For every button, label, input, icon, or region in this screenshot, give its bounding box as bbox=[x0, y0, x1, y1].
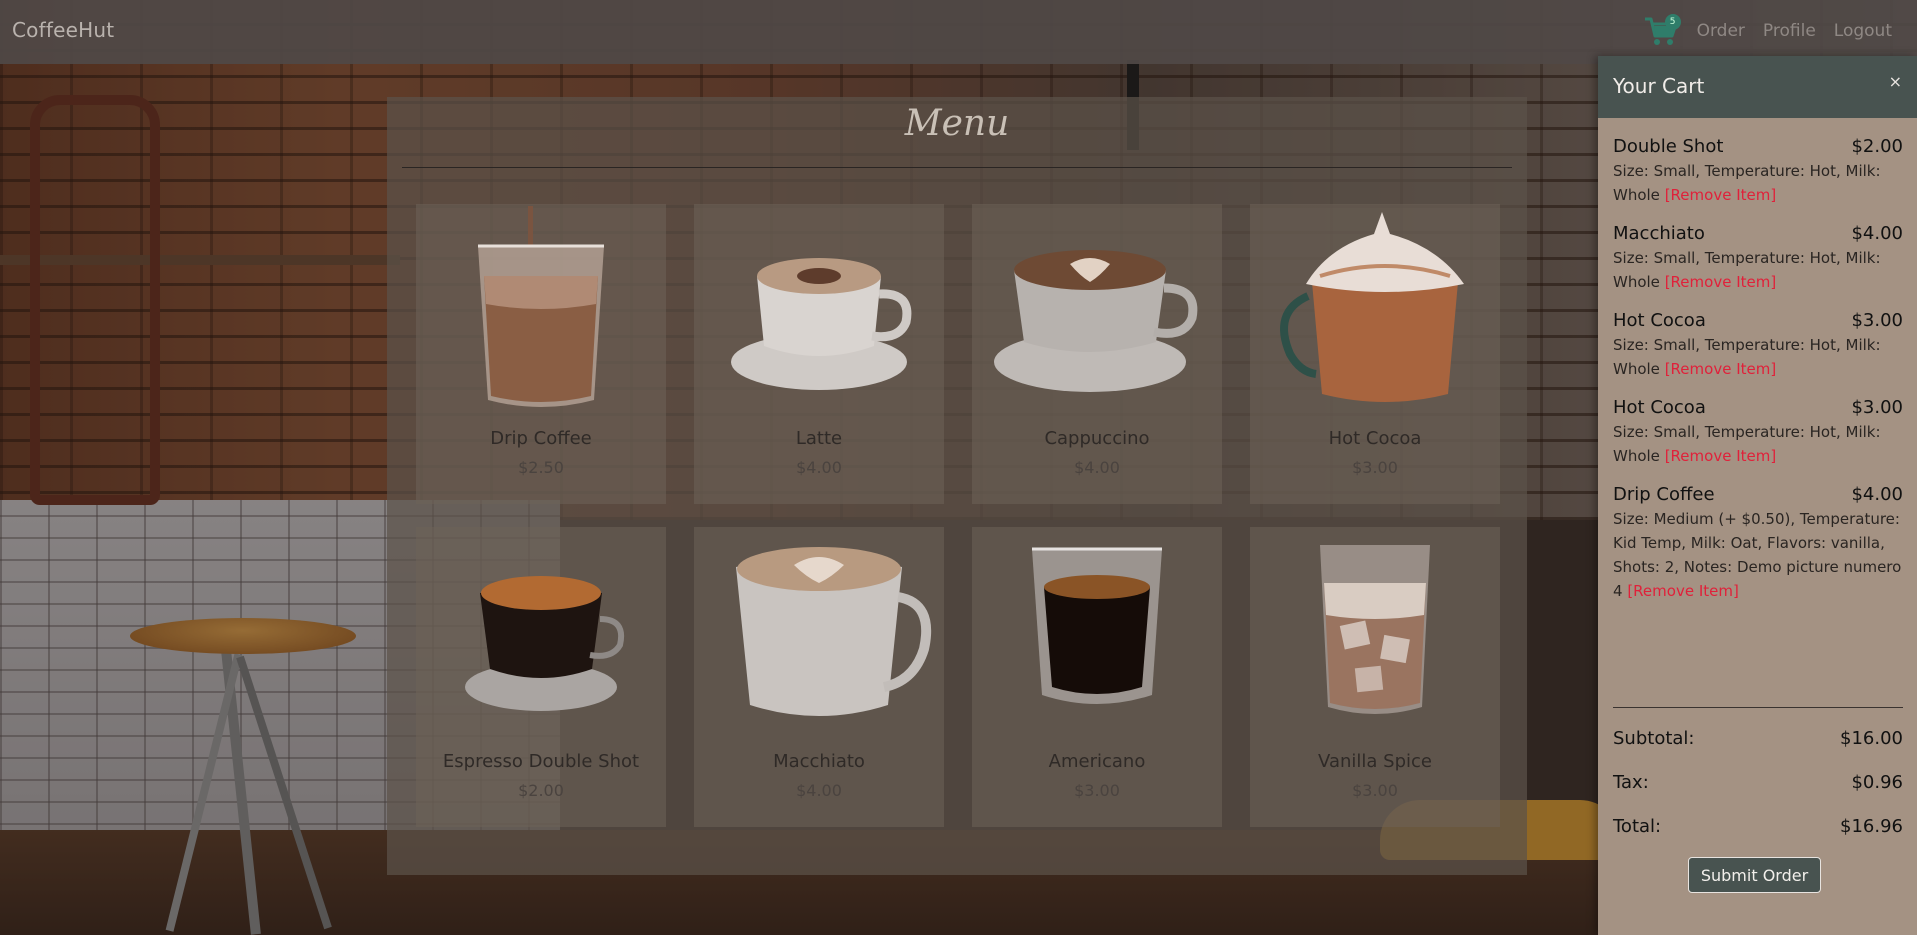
cart-item-name: Hot Cocoa bbox=[1613, 310, 1706, 331]
brand-logo-text[interactable]: CoffeeHut bbox=[12, 18, 114, 42]
cart-item-name: Macchiato bbox=[1613, 223, 1705, 244]
menu-card-americano[interactable]: Americano $3.00 bbox=[972, 527, 1222, 827]
menu-title: Menu bbox=[904, 103, 1010, 144]
menu-item-name: Cappuccino bbox=[1044, 428, 1150, 449]
submit-order-button[interactable]: Submit Order bbox=[1688, 857, 1821, 893]
menu-item-name: Macchiato bbox=[773, 751, 865, 772]
cart-item: Double Shot $2.00 Size: Small, Temperatu… bbox=[1613, 136, 1903, 207]
menu-item-name: Americano bbox=[1048, 751, 1146, 772]
cart-item: Hot Cocoa $3.00 Size: Small, Temperature… bbox=[1613, 397, 1903, 468]
close-icon[interactable]: × bbox=[1889, 72, 1902, 91]
iced-coffee-glass-icon bbox=[478, 206, 604, 407]
remove-item-link[interactable]: [Remove Item] bbox=[1627, 582, 1739, 600]
tax-value: $0.96 bbox=[1851, 772, 1903, 793]
menu-item-price: $3.00 bbox=[1352, 458, 1398, 477]
menu-panel: Menu Drip Coffee $2.50 Latte $4.00 Cappu… bbox=[387, 97, 1527, 875]
cart-item-price: $3.00 bbox=[1851, 397, 1903, 418]
cart-sidebar: Your Cart × Double Shot $2.00 Size: Smal… bbox=[1598, 56, 1917, 935]
cart-item-name: Drip Coffee bbox=[1613, 484, 1715, 505]
cart-item-name: Hot Cocoa bbox=[1613, 397, 1706, 418]
menu-item-name: Drip Coffee bbox=[490, 428, 592, 449]
menu-item-name: Hot Cocoa bbox=[1328, 428, 1422, 449]
remove-item-link[interactable]: [Remove Item] bbox=[1665, 360, 1777, 378]
nav-link-order[interactable]: Order bbox=[1697, 21, 1745, 41]
cart-item-price: $2.00 bbox=[1851, 136, 1903, 157]
menu-card-latte[interactable]: Latte $4.00 bbox=[694, 204, 944, 504]
menu-card-espresso-double-shot[interactable]: Espresso Double Shot $2.00 bbox=[416, 527, 666, 827]
tax-label: Tax: bbox=[1613, 772, 1649, 793]
menu-item-name: Vanilla Spice bbox=[1318, 751, 1432, 772]
menu-item-price: $4.00 bbox=[796, 781, 842, 800]
menu-divider bbox=[402, 167, 1512, 168]
cart-title: Your Cart bbox=[1613, 74, 1705, 98]
menu-item-price: $4.00 bbox=[796, 458, 842, 477]
nav-link-profile[interactable]: Profile bbox=[1763, 21, 1816, 41]
nav-link-logout[interactable]: Logout bbox=[1834, 21, 1892, 41]
menu-item-price: $2.00 bbox=[518, 781, 564, 800]
cart-header: Your Cart × bbox=[1598, 56, 1917, 118]
menu-item-price: $4.00 bbox=[1074, 458, 1120, 477]
cart-count-badge: 5 bbox=[1664, 14, 1681, 30]
total-label: Total: bbox=[1613, 816, 1662, 837]
top-navbar: CoffeeHut 5 Order Profile Logout bbox=[0, 0, 1917, 64]
total-row: Total: $16.96 bbox=[1613, 816, 1903, 837]
hot-cocoa-mug-icon bbox=[1280, 212, 1464, 402]
cart-item-name: Double Shot bbox=[1613, 136, 1724, 157]
cart-divider bbox=[1613, 707, 1903, 708]
cart-item: Macchiato $4.00 Size: Small, Temperature… bbox=[1613, 223, 1903, 294]
subtotal-label: Subtotal: bbox=[1613, 728, 1695, 749]
cart-item-price: $4.00 bbox=[1851, 484, 1903, 505]
menu-item-price: $3.00 bbox=[1074, 781, 1120, 800]
menu-item-name: Espresso Double Shot bbox=[442, 751, 640, 772]
menu-card-hot-cocoa[interactable]: Hot Cocoa $3.00 bbox=[1250, 204, 1500, 504]
espresso-cup-icon bbox=[465, 576, 624, 711]
iced-latte-glass-icon bbox=[1320, 545, 1430, 714]
cart-item-list: Double Shot $2.00 Size: Small, Temperatu… bbox=[1613, 136, 1903, 619]
menu-card-vanilla-spice[interactable]: Vanilla Spice $3.00 bbox=[1250, 527, 1500, 827]
latte-cup-icon bbox=[731, 258, 912, 390]
menu-card-macchiato[interactable]: Macchiato $4.00 bbox=[694, 527, 944, 827]
menu-item-name: Latte bbox=[795, 428, 843, 449]
cart-button[interactable]: 5 bbox=[1643, 14, 1681, 48]
menu-item-price: $2.50 bbox=[518, 458, 564, 477]
cappuccino-cup-icon bbox=[994, 250, 1198, 392]
remove-item-link[interactable]: [Remove Item] bbox=[1665, 447, 1777, 465]
menu-item-price: $3.00 bbox=[1352, 781, 1398, 800]
remove-item-link[interactable]: [Remove Item] bbox=[1665, 186, 1777, 204]
tax-row: Tax: $0.96 bbox=[1613, 772, 1903, 793]
cart-item-price: $4.00 bbox=[1851, 223, 1903, 244]
americano-glass-icon bbox=[1032, 547, 1162, 704]
subtotal-row: Subtotal: $16.00 bbox=[1613, 728, 1903, 749]
cart-item: Drip Coffee $4.00 Size: Medium (+ $0.50)… bbox=[1613, 484, 1903, 603]
cart-item-price: $3.00 bbox=[1851, 310, 1903, 331]
total-value: $16.96 bbox=[1840, 816, 1903, 837]
macchiato-mug-icon bbox=[736, 547, 932, 716]
nav-links: 5 Order Profile Logout bbox=[1643, 14, 1892, 48]
menu-card-drip-coffee[interactable]: Drip Coffee $2.50 bbox=[416, 204, 666, 504]
remove-item-link[interactable]: [Remove Item] bbox=[1665, 273, 1777, 291]
menu-card-cappuccino[interactable]: Cappuccino $4.00 bbox=[972, 204, 1222, 504]
subtotal-value: $16.00 bbox=[1840, 728, 1903, 749]
cart-item: Hot Cocoa $3.00 Size: Small, Temperature… bbox=[1613, 310, 1903, 381]
